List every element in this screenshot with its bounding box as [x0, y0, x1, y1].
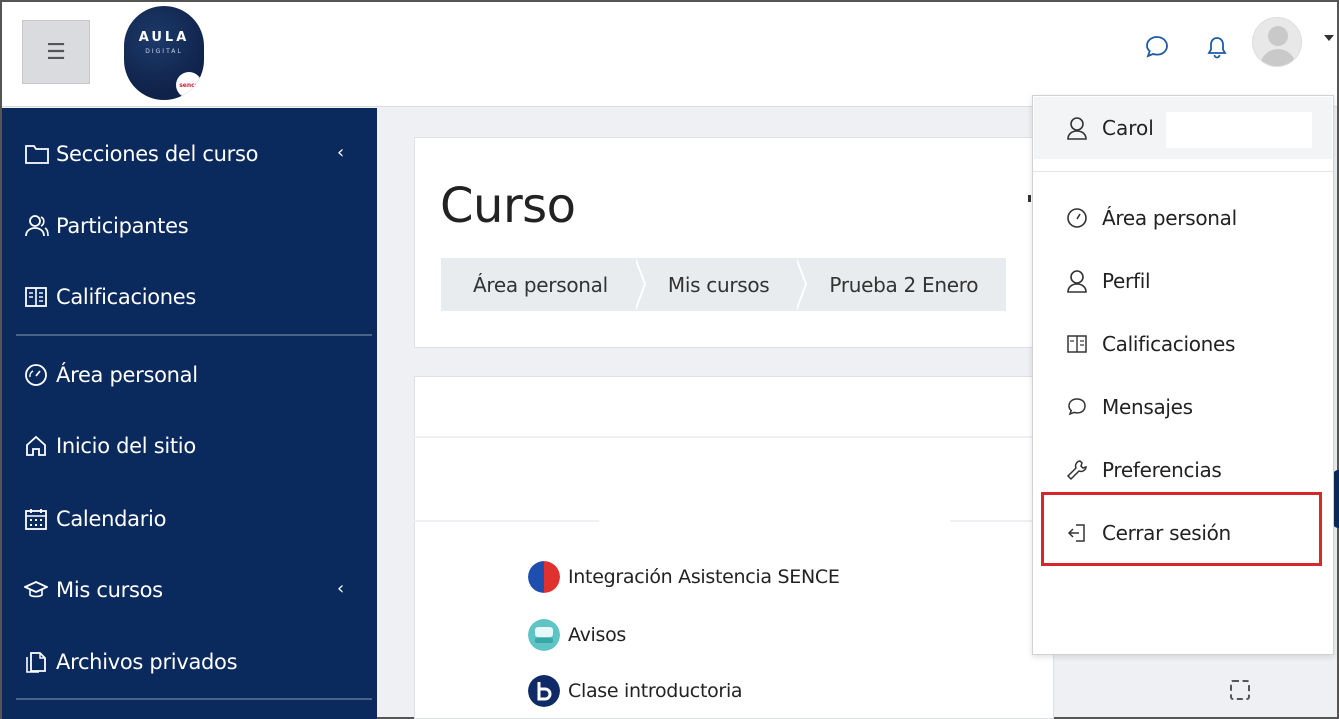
- menu-item-label: Preferencias: [1102, 458, 1222, 482]
- hamburger-icon: ☰: [46, 39, 66, 65]
- message-icon: [1066, 396, 1102, 418]
- forum-icon: [528, 619, 560, 651]
- menu-item-calificaciones[interactable]: Calificaciones: [1034, 315, 1332, 373]
- bell-icon[interactable]: [1204, 32, 1230, 62]
- sidebar-item-label: Área personal: [56, 363, 198, 387]
- user-menu-name[interactable]: Carol: [1034, 97, 1332, 159]
- sidebar-item-label: Calificaciones: [56, 285, 197, 309]
- chevron-left-icon[interactable]: ‹: [337, 578, 344, 599]
- breadcrumb-item[interactable]: Prueba 2 Enero: [797, 258, 1006, 311]
- redacted-surname: [1166, 112, 1312, 148]
- activity-avisos[interactable]: Avisos: [528, 619, 626, 651]
- users-icon: [24, 213, 54, 239]
- sidebar-divider: [16, 698, 372, 700]
- files-icon: [24, 649, 54, 675]
- activity-sence[interactable]: Integración Asistencia SENCE: [528, 561, 840, 593]
- user-menu-dropdown: Carol Área personal Perfil Calificacione…: [1032, 95, 1334, 655]
- user-icon: [1066, 269, 1102, 293]
- sidebar-item-calendario[interactable]: Calendario: [2, 489, 377, 549]
- hamburger-menu-button[interactable]: ☰: [22, 20, 90, 84]
- activity-label: Integración Asistencia SENCE: [568, 566, 840, 588]
- gradebook-icon: [1066, 333, 1102, 355]
- menu-item-label: Área personal: [1102, 206, 1237, 230]
- menu-item-label: Mensajes: [1102, 395, 1193, 419]
- sidebar-item-calificaciones[interactable]: Calificaciones: [2, 267, 377, 327]
- course-content-card: [414, 376, 1054, 719]
- sidebar-item-label: Participantes: [56, 214, 189, 238]
- sidebar-item-archivos[interactable]: Archivos privados: [2, 632, 377, 692]
- menu-item-label: Perfil: [1102, 269, 1151, 293]
- sidebar-item-inicio[interactable]: Inicio del sitio: [2, 416, 377, 476]
- activity-label: Avisos: [568, 624, 627, 646]
- calendar-icon: [24, 506, 54, 532]
- user-icon: [1066, 116, 1102, 140]
- sidebar-item-participantes[interactable]: Participantes: [2, 196, 377, 256]
- sidebar-item-label: Mis cursos: [56, 578, 163, 602]
- page-title: Curso: [440, 178, 576, 234]
- top-navbar: ☰ AULA DIGITAL sence: [2, 2, 1337, 107]
- menu-item-label: Calificaciones: [1102, 332, 1236, 356]
- section-divider: [414, 436, 1054, 438]
- user-name: Carol: [1102, 116, 1154, 140]
- wrench-icon: [1066, 459, 1102, 481]
- menu-divider: [1033, 171, 1333, 172]
- sidebar-item-label: Secciones del curso: [56, 142, 259, 166]
- menu-item-perfil[interactable]: Perfil: [1034, 252, 1332, 310]
- sidebar-item-label: Calendario: [56, 507, 167, 531]
- sidebar-item-label: Archivos privados: [56, 650, 238, 674]
- caret-down-icon[interactable]: [1324, 35, 1334, 41]
- dashboard-icon: [1066, 207, 1102, 229]
- menu-item-mensajes[interactable]: Mensajes: [1034, 378, 1332, 436]
- breadcrumb: Área personal Mis cursos Prueba 2 Enero: [441, 258, 1007, 311]
- home-icon: [24, 433, 54, 459]
- gradebook-icon: [24, 284, 54, 310]
- graduation-cap-icon: [24, 577, 54, 603]
- sidebar-divider: [16, 334, 372, 336]
- sidebar-item-area-personal[interactable]: Área personal: [2, 345, 377, 405]
- breadcrumb-item[interactable]: Mis cursos: [636, 258, 807, 311]
- logo-badge: sence: [176, 72, 202, 98]
- chevron-left-icon[interactable]: ‹: [337, 142, 344, 163]
- logo-text-primary: AULA: [138, 30, 190, 45]
- sidebar-item-secciones[interactable]: Secciones del curso ‹: [2, 124, 377, 184]
- breadcrumb-item[interactable]: Área personal: [441, 258, 646, 311]
- aula-digital-logo[interactable]: AULA DIGITAL sence: [124, 6, 204, 100]
- highlight-box: [1041, 492, 1322, 566]
- menu-item-area-personal[interactable]: Área personal: [1034, 189, 1332, 247]
- bigbluebutton-icon: [528, 675, 560, 707]
- sence-icon: [528, 561, 560, 593]
- sidebar-item-mis-cursos[interactable]: Mis cursos ‹: [2, 560, 377, 620]
- activity-label: Clase introductoria: [568, 680, 743, 702]
- logo-text-secondary: DIGITAL: [145, 48, 183, 55]
- page-header-card: [414, 137, 1054, 348]
- section-divider: [414, 520, 599, 522]
- user-avatar[interactable]: [1252, 17, 1302, 67]
- completion-checkbox[interactable]: [1230, 680, 1250, 700]
- message-icon[interactable]: [1142, 32, 1172, 62]
- dashboard-icon: [24, 362, 54, 388]
- folder-icon: [24, 141, 54, 167]
- activity-clase-introductoria[interactable]: Clase introductoria: [528, 675, 743, 707]
- sidebar-item-label: Inicio del sitio: [56, 434, 196, 458]
- menu-item-preferencias[interactable]: Preferencias: [1034, 441, 1332, 499]
- truncated-mark: [1028, 195, 1031, 202]
- sidebar-nav: Secciones del curso ‹ Participantes Cali…: [2, 108, 377, 719]
